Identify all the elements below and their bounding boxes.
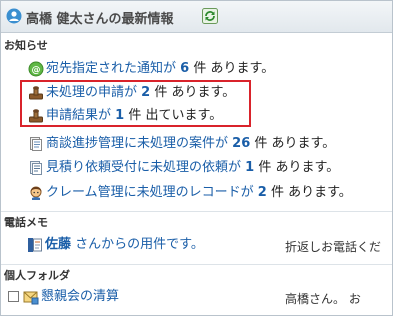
latest-info-panel: 高橋 健太さんの最新情報 お知らせ @ 宛先指定された通知が 6 件 あります。: [0, 0, 393, 316]
notice-suffix: あります。: [210, 61, 275, 76]
claim-management-icon: [30, 186, 42, 200]
notice-suffix: あります。: [275, 160, 340, 175]
section-phone-memo-label: 電話メモ: [4, 216, 48, 229]
section-personal-folder-label: 個人フォルダ: [4, 269, 70, 282]
notification-icon: @: [28, 61, 44, 77]
notice-unit: 件: [254, 136, 268, 151]
personal-folder-note: 高橋さん。 お: [285, 292, 361, 306]
notice-unit: 件: [258, 160, 272, 175]
section-divider: [1, 211, 392, 212]
section-divider: [1, 264, 392, 265]
notice-count-claim-management: 2: [257, 185, 267, 200]
highlight-box: [20, 80, 251, 127]
panel-header: 高橋 健太さんの最新情報: [1, 1, 392, 33]
phone-memo-icon: [28, 238, 42, 252]
personal-folder-item-link[interactable]: 懇親会の清算: [41, 289, 119, 304]
notice-count-deal-progress: 26: [232, 136, 251, 151]
panel-title: 高橋 健太さんの最新情報: [26, 12, 174, 27]
notice-link-claim-management[interactable]: クレーム管理に未処理のレコードが: [46, 185, 254, 200]
svg-text:@: @: [32, 66, 41, 76]
notice-link-estimate-request[interactable]: 見積り依頼受付に未処理の依頼が: [46, 160, 241, 175]
estimate-request-icon: [30, 161, 42, 175]
notice-unit: 件: [270, 185, 284, 200]
user-icon: [6, 8, 22, 24]
notice-link-deal-progress[interactable]: 商談進捗管理に未処理の案件が: [46, 136, 228, 151]
phone-memo-caller-link[interactable]: 佐藤: [45, 237, 71, 252]
phone-memo-note: 折返しお電話くだ: [285, 240, 382, 254]
mail-icon: [23, 291, 39, 305]
notice-unit: 件: [193, 61, 207, 76]
phone-memo-link[interactable]: さんからの用件です。: [75, 237, 204, 252]
folder-item-checkbox[interactable]: [8, 291, 19, 302]
deal-progress-icon: [30, 137, 42, 151]
notice-count-notification: 6: [180, 61, 190, 76]
notice-suffix: あります。: [288, 185, 352, 200]
notice-suffix: あります。: [271, 136, 336, 151]
section-notices-label: お知らせ: [4, 39, 48, 52]
refresh-icon[interactable]: [202, 8, 218, 24]
notice-link-notification[interactable]: 宛先指定された通知が: [46, 61, 176, 76]
notice-count-estimate-request: 1: [245, 160, 255, 175]
